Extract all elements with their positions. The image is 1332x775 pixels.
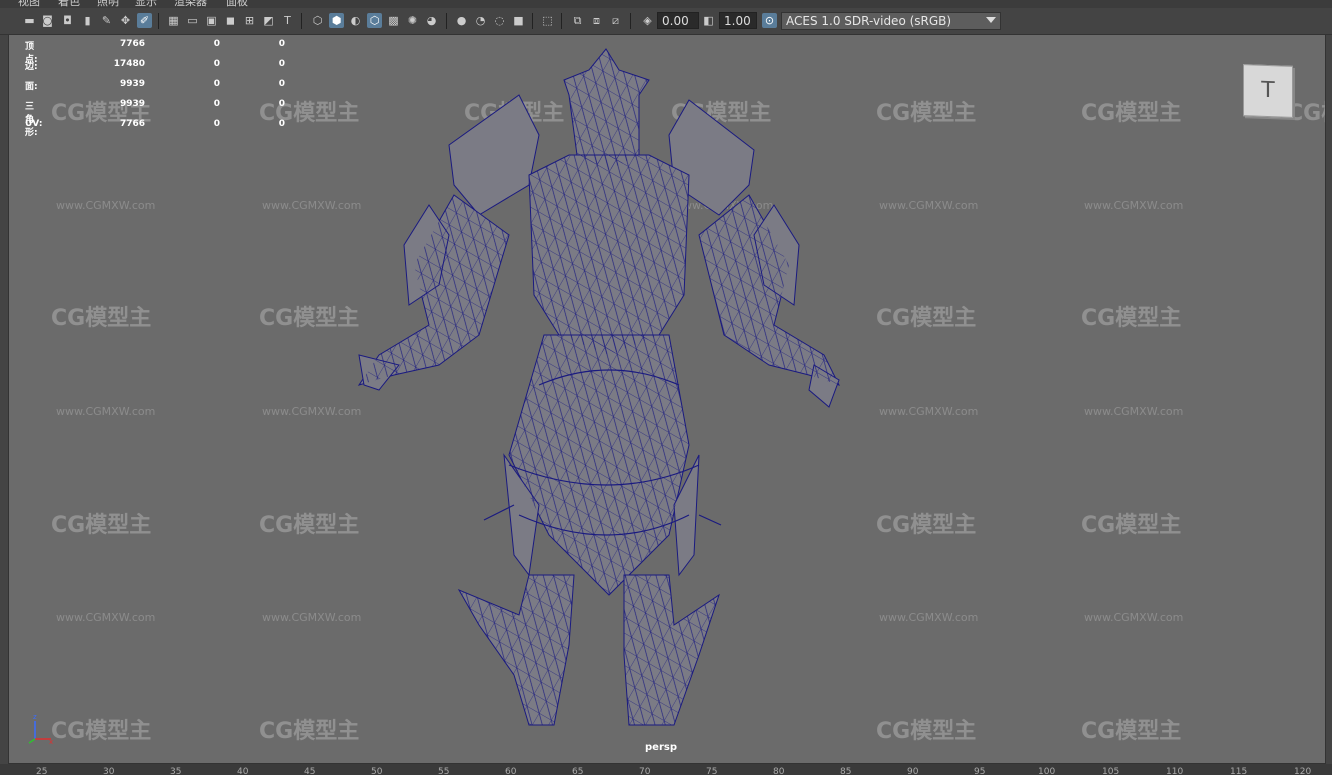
timeline-tick: 70 [639,767,651,775]
film-gate-icon[interactable]: ▭ [185,13,200,28]
anti-aliasing-icon[interactable]: ◌ [492,13,507,28]
timeline-tick: 75 [706,767,718,775]
isolate-select-icon[interactable]: ⬚ [540,13,555,28]
timeline-tick: 35 [170,767,182,775]
hud-label: 面: [25,82,38,92]
hud-value: 0 [213,119,220,129]
menu-panels[interactable]: 面板 [226,0,248,8]
shadows-icon[interactable]: ◕ [424,13,439,28]
smooth-shade-icon[interactable]: ⬢ [329,13,344,28]
exposure-icon[interactable]: ◈ [640,13,655,28]
hud-value: 17480 [113,59,145,69]
color-management-icon[interactable]: ⊙ [762,13,777,28]
safe-action-icon[interactable]: ◩ [261,13,276,28]
hud-label: UV: [25,119,43,129]
axis-z-label: z [33,713,37,721]
hud-value: 0 [213,79,220,89]
image-plane-icon[interactable]: ▮ [80,13,95,28]
viewport-toolbar: ▬ ◙ ◘ ▮ ✎ ✥ ✐ ▦ ▭ ▣ ◼ ⊞ ◩ T ⬡ ⬢ ◐ ⬡ ▩ ✺ … [0,8,1332,35]
hud-value: 0 [278,39,285,49]
3d-viewport[interactable]: CG模型主 CG模型主 CG模型主 CG模型主 CG模型主 CG模型主 CG模型… [8,34,1326,764]
default-material-icon[interactable]: ◐ [348,13,363,28]
resolution-gate-icon[interactable]: ▣ [204,13,219,28]
hud-label: 边: [25,62,38,72]
exposure-field[interactable]: 0.00 [657,12,699,29]
xray-components-icon[interactable]: ⧄ [608,13,623,28]
timeline-tick: 85 [840,767,852,775]
time-slider[interactable]: 25 30 35 40 45 50 55 60 65 70 75 80 85 9… [0,764,1332,775]
timeline-tick: 55 [438,767,450,775]
colorspace-value: ACES 1.0 SDR-video (sRGB) [786,14,952,28]
axis-gizmo: z x [28,713,53,745]
timeline-tick: 120 [1294,767,1312,775]
depth-of-field-icon[interactable]: ■ [511,13,526,28]
timeline-tick: 110 [1166,767,1184,775]
menu-renderer[interactable]: 渲染器 [174,0,207,8]
xray-icon[interactable]: ⧉ [570,13,585,28]
axis-x-label: x [49,738,53,745]
menu-view[interactable]: 视图 [18,0,40,8]
timeline-tick: 50 [371,767,383,775]
camera-name-label: persp [645,742,677,753]
timeline-tick: 115 [1230,767,1248,775]
timeline-tick: 90 [907,767,919,775]
gamma-field[interactable]: 1.00 [719,12,757,29]
colorspace-dropdown[interactable]: ACES 1.0 SDR-video (sRGB) [781,12,1001,30]
wireframe-icon[interactable]: ⬡ [310,13,325,28]
hud-value: 9939 [119,99,145,109]
textured-icon[interactable]: ▩ [386,13,401,28]
chevron-down-icon [986,17,996,23]
hud-value: 0 [213,99,220,109]
timeline-tick: 100 [1038,767,1056,775]
wireframe-on-shaded-icon[interactable]: ⬡ [367,13,382,28]
hud-value: 0 [278,119,285,129]
field-chart-icon[interactable]: ⊞ [242,13,257,28]
menu-lighting[interactable]: 照明 [97,0,119,8]
hud-value: 0 [213,39,220,49]
menu-bar: 视图 着色 照明 显示 渲染器 面板 [0,0,1332,8]
lights-icon[interactable]: ✺ [405,13,420,28]
hud-value: 7766 [119,39,145,49]
camera-select-icon[interactable]: ▬ [22,13,37,28]
screen-space-ao-icon[interactable]: ● [454,13,469,28]
xray-joints-icon[interactable]: ⧈ [589,13,604,28]
timeline-tick: 45 [304,767,316,775]
timeline-tick: 95 [974,767,986,775]
gate-mask-icon[interactable]: ◼ [223,13,238,28]
timeline-tick: 105 [1102,767,1120,775]
safe-title-icon[interactable]: T [280,13,295,28]
pencil-icon[interactable]: ✐ [137,13,152,28]
hud-value: 0 [278,59,285,69]
gamma-icon[interactable]: ◧ [701,13,716,28]
timeline-tick: 30 [103,767,115,775]
view-cube-face[interactable]: T [1244,65,1292,117]
hud-value: 0 [278,79,285,89]
hud-value: 7766 [119,119,145,129]
hud-value: 0 [213,59,220,69]
menu-shading[interactable]: 着色 [58,0,80,8]
bookmark-icon[interactable]: ◘ [60,13,75,28]
armor-character-mesh[interactable] [9,35,1325,763]
hud-value: 0 [278,99,285,109]
motion-blur-icon[interactable]: ◔ [473,13,488,28]
timeline-tick: 80 [773,767,785,775]
grid-icon[interactable]: ▦ [166,13,181,28]
camera-attributes-icon[interactable]: ◙ [40,13,55,28]
2d-pan-icon[interactable]: ✎ [99,13,114,28]
view-cube[interactable]: T [1243,64,1293,118]
timeline-tick: 60 [505,767,517,775]
grease-pencil-icon[interactable]: ✥ [118,13,133,28]
timeline-tick: 65 [572,767,584,775]
menu-show[interactable]: 显示 [135,0,157,8]
timeline-tick: 25 [36,767,48,775]
timeline-tick: 40 [237,767,249,775]
hud-value: 9939 [119,79,145,89]
